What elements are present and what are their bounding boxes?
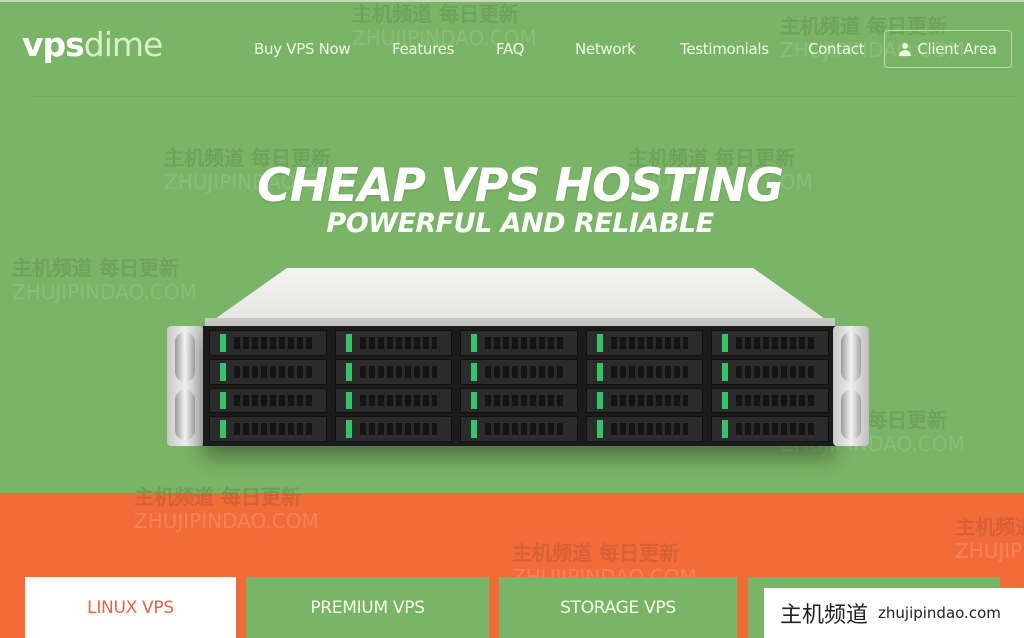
drive-bay-grid [209,330,829,442]
hero-title: CHEAP VPS HOSTING [257,158,784,212]
drive-vent [359,423,438,435]
drive-vent [610,394,689,407]
drive-bay [711,387,829,414]
tab-premium-vps[interactable]: PREMIUM VPS [246,577,489,638]
drive-vent [234,394,312,407]
drive-vent [234,423,312,435]
drive-vent [485,394,563,407]
drive-latch [596,391,603,410]
drive-latch [471,334,478,352]
drive-latch [722,420,729,438]
nav-features[interactable]: Features [392,40,454,58]
drive-bay [209,330,327,356]
drive-bay [209,358,327,385]
drive-latch [220,391,226,410]
drive-vent [736,423,814,435]
drive-latch [471,362,478,381]
server-handle-icon [841,390,861,440]
drive-latch [345,420,352,438]
drive-bay [585,416,704,442]
drive-latch [722,362,729,381]
user-icon [899,42,912,56]
nav-buy-vps-now[interactable]: Buy VPS Now [254,40,351,58]
tab-linux-vps[interactable]: LINUX VPS [25,577,236,638]
drive-bay [711,358,829,385]
drive-vent [485,365,563,378]
drive-bay [711,416,829,442]
drive-bay [334,330,453,356]
nav-testimonials[interactable]: Testimonials [680,40,769,58]
watermark-badge: 主机频道 zhujipindao.com [764,588,1024,638]
drive-bay [209,387,327,414]
drive-bay [460,387,578,414]
drive-vent [485,423,563,435]
drive-vent [610,337,689,349]
watermark-cn: 主机频道 每日更新 [512,541,679,565]
drive-bay [585,387,704,414]
drive-bay [585,358,704,385]
site-header: vpsdime Buy VPS Now Features FAQ Network… [0,0,1024,96]
drive-latch [220,334,226,352]
watermark-overlay: 主机频道 每日更新ZHUJIPINDAO.COM [955,515,1024,563]
drive-vent [234,365,312,378]
watermark-cn: 主机频道 每日更新 [955,515,1024,539]
drive-latch [345,334,352,352]
drive-vent [610,365,689,378]
drive-vent [359,394,438,407]
drive-latch [722,334,729,352]
rack-server-image [165,268,871,458]
drive-latch [220,362,226,381]
drive-vent [736,337,814,349]
watermark-cn: 主机频道 每日更新 [134,485,301,509]
client-area-button[interactable]: Client Area [884,30,1012,68]
watermark-badge-en: zhujipindao.com [878,604,1001,622]
drive-vent [485,337,563,349]
drive-latch [471,391,478,410]
watermark-badge-cn: 主机频道 [780,603,869,628]
drive-vent [359,337,438,349]
drive-bay [460,330,578,356]
drive-latch [596,420,603,438]
drive-bay [585,330,704,356]
main-nav: Buy VPS Now Features FAQ Network Testimo… [0,40,1024,60]
server-handle-icon [175,390,195,440]
tab-storage-vps[interactable]: STORAGE VPS [499,577,737,638]
drive-bay [334,387,453,414]
drive-bay [334,358,453,385]
drive-latch [345,362,352,381]
nav-contact[interactable]: Contact [808,40,865,58]
drive-vent [359,365,438,378]
drive-latch [220,420,226,438]
drive-vent [736,365,814,378]
drive-bay [209,416,327,442]
watermark-overlay: 主机频道 每日更新ZHUJIPINDAO.COM [134,485,319,533]
drive-bay [460,416,578,442]
header-divider [30,96,1015,97]
drive-vent [610,423,689,435]
drive-latch [596,362,603,381]
server-left-ear [167,326,203,446]
drive-bay [711,330,829,356]
server-handle-icon [175,332,195,382]
server-handle-icon [841,332,861,382]
drive-latch [345,391,352,410]
drive-vent [736,394,814,407]
watermark-cn: 主机频道 每日更新 [12,256,179,280]
hero-subtitle: POWERFUL AND RELIABLE [326,208,714,239]
drive-latch [471,420,478,438]
watermark-en: ZHUJIPINDAO.COM [955,539,1024,563]
drive-latch [722,391,729,410]
drive-bay [334,416,453,442]
client-area-label: Client Area [917,40,997,58]
drive-vent [234,337,312,349]
server-top-edge [205,318,835,326]
nav-faq[interactable]: FAQ [496,40,524,58]
nav-network[interactable]: Network [575,40,636,58]
server-right-ear [833,326,869,446]
drive-latch [596,334,603,352]
watermark-en: ZHUJIPINDAO.COM [134,509,319,533]
drive-bay [460,358,578,385]
